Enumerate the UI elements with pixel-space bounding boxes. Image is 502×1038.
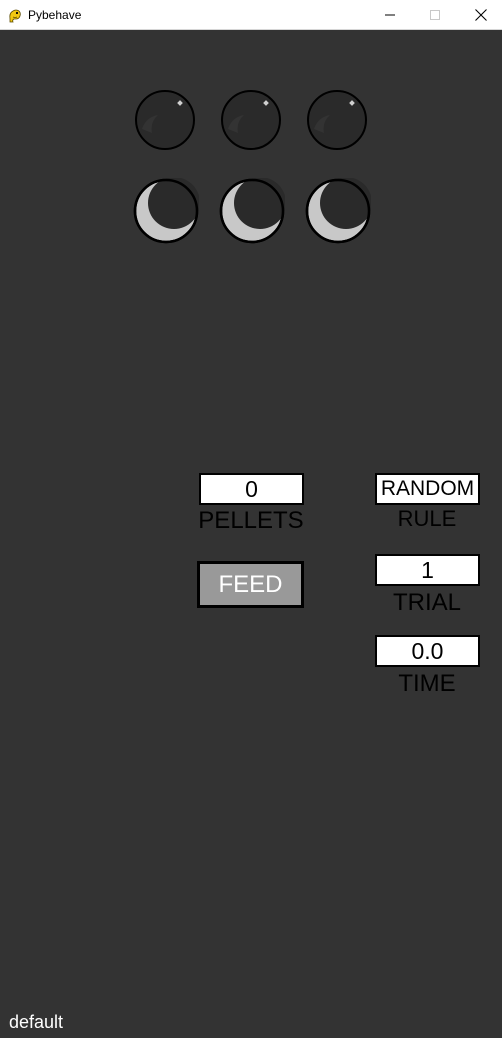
rule-value: RANDOM <box>375 473 480 505</box>
feed-button[interactable]: FEED <box>197 561 304 608</box>
trial-value: 1 <box>375 554 480 586</box>
minimize-button[interactable] <box>367 0 413 29</box>
pellets-label: PELLETS <box>198 507 304 534</box>
task-canvas: 0 PELLETS FEED RANDOM RULE 1 TRIAL 0.0 T… <box>0 30 502 1038</box>
food-trough-indicator <box>219 177 286 249</box>
food-trough-indicator <box>133 177 200 249</box>
maximize-icon <box>430 9 440 20</box>
trial-label: TRIAL <box>392 589 461 616</box>
nose-poke-icon <box>307 90 367 150</box>
pellets-value: 0 <box>199 473 304 505</box>
maximize-button[interactable] <box>412 0 458 29</box>
close-button[interactable] <box>458 0 502 29</box>
crescent-moon-icon <box>133 177 200 244</box>
title-bar[interactable]: Pybehave <box>0 0 502 30</box>
python-snake-icon <box>7 7 23 23</box>
status-text: default <box>9 1012 64 1032</box>
food-trough-indicator <box>305 177 372 249</box>
close-icon <box>475 8 487 21</box>
nose-poke-indicator <box>306 89 368 156</box>
app-window: Pybehave 0 PELLETS FEED RANDOM RULE 1 TR… <box>0 0 502 1038</box>
crescent-moon-icon <box>219 177 286 244</box>
time-value: 0.0 <box>375 635 480 667</box>
crescent-moon-icon <box>305 177 372 244</box>
nose-poke-indicator <box>134 89 196 156</box>
nose-poke-icon <box>221 90 281 150</box>
window-title: Pybehave <box>28 8 82 22</box>
feed-button-label: FEED <box>200 564 301 605</box>
nose-poke-indicator <box>220 89 282 156</box>
rule-label: RULE <box>397 506 457 531</box>
minimize-icon <box>385 14 395 15</box>
nose-poke-icon <box>135 90 195 150</box>
time-label: TIME <box>398 670 456 697</box>
